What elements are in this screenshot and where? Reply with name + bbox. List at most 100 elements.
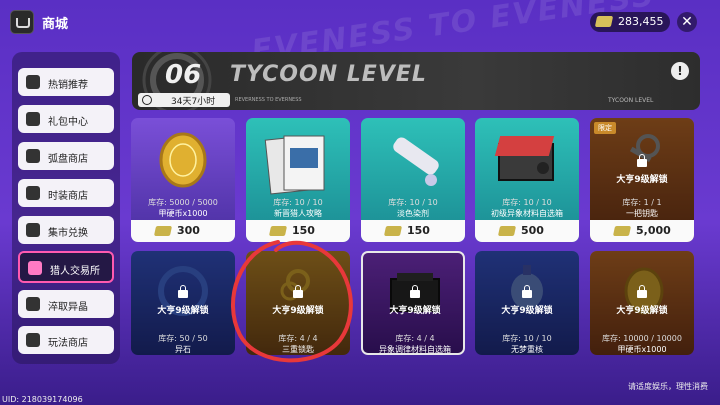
banner-small-text-left: REVERNESS TO EVERNESS <box>235 97 302 103</box>
item-name: 淡色染剂 <box>397 209 429 218</box>
sidebar-item-label: 时装商店 <box>48 191 88 202</box>
item-stock: 库存: 10 / 10 <box>502 334 552 343</box>
clock-icon <box>142 95 152 105</box>
crystal-icon <box>26 297 40 311</box>
tycoon-level-number: 06 <box>165 60 202 90</box>
sidebar-item-hunter-exchange[interactable]: 猎人交易所 <box>18 251 114 283</box>
shop-item-card-locked[interactable]: 大亨9级解锁 库存: 50 / 50 异石 <box>131 251 235 355</box>
shop-item-card-locked[interactable]: 大亨9级解锁 库存: 10000 / 10000 甲硬币x1000 <box>590 251 694 355</box>
scales-icon <box>28 261 42 275</box>
item-name: 一把钥匙 <box>626 209 658 218</box>
price-button[interactable]: 150 <box>361 220 465 242</box>
close-button[interactable]: ✕ <box>677 12 697 32</box>
shop-item-card-locked[interactable]: 大亨9级解锁 库存: 4 / 4 三重锁匙 <box>246 251 350 355</box>
limited-tag: 限定 <box>594 122 616 134</box>
shop-item-card[interactable]: 库存: 5000 / 5000 甲硬币x1000 300 <box>131 118 235 242</box>
currency-display[interactable]: 283,455 <box>590 12 670 32</box>
item-stock: 库存: 10 / 10 <box>388 198 438 207</box>
cart-icon <box>26 223 40 237</box>
lock-icon <box>522 285 532 298</box>
shop-item-card[interactable]: 库存: 10 / 10 淡色染剂 150 <box>361 118 465 242</box>
page-title: 商城 <box>42 17 69 32</box>
item-price: 150 <box>292 224 315 237</box>
item-stock: 库存: 10 / 10 <box>502 198 552 207</box>
disc-icon <box>26 149 40 163</box>
ticket-icon <box>612 226 632 236</box>
shop-item-card-locked[interactable]: 限定 大亨9级解锁 库存: 1 / 1 一把钥匙 5,000 <box>590 118 694 242</box>
item-name: 三重锁匙 <box>282 345 314 354</box>
item-price: 300 <box>177 224 200 237</box>
item-price: 150 <box>407 224 430 237</box>
sidebar-item-label: 玩法商店 <box>48 338 88 349</box>
user-id: UID: 218039174096 <box>2 395 83 404</box>
item-stock: 库存: 50 / 50 <box>158 334 208 343</box>
time-remaining: 34天7小时 <box>138 93 230 107</box>
sidebar-item-label: 集市兑换 <box>48 228 88 239</box>
shop-item-card-locked[interactable]: 大亨9级解锁 库存: 10 / 10 无梦重核 <box>475 251 579 355</box>
unlock-requirement: 大亨9级解锁 <box>272 306 324 316</box>
sidebar-item-hot[interactable]: 热销推荐 <box>18 68 114 96</box>
unlock-requirement: 大亨9级解锁 <box>389 306 441 316</box>
item-stock: 库存: 1 / 1 <box>622 198 662 207</box>
price-button[interactable]: 300 <box>131 220 235 242</box>
ticket-icon <box>383 226 403 236</box>
item-name: 无梦重核 <box>511 345 543 354</box>
tycoon-level-title: TYCOON LEVEL <box>230 62 427 87</box>
gift-icon <box>26 112 40 126</box>
price-button[interactable]: 500 <box>475 220 579 242</box>
ticket-icon <box>497 226 517 236</box>
tycoon-level-banner: 06 TYCOON LEVEL 34天7小时 REVERNESS TO EVER… <box>132 52 700 110</box>
item-name: 新晋猎人攻略 <box>274 209 322 218</box>
play-responsibly-note: 请适度娱乐，理性消费 <box>628 382 708 391</box>
item-image <box>131 118 235 200</box>
ticket-icon <box>268 226 288 236</box>
sidebar-item-fashion[interactable]: 时装商店 <box>18 179 114 207</box>
sidebar-item-gift[interactable]: 礼包中心 <box>18 105 114 133</box>
item-stock: 库存: 5000 / 5000 <box>148 198 218 207</box>
lock-icon <box>637 285 647 298</box>
sidebar-item-crystal[interactable]: 淬取异晶 <box>18 290 114 318</box>
currency-value: 283,455 <box>618 15 664 28</box>
item-stock: 库存: 10000 / 10000 <box>602 334 682 343</box>
unlock-requirement: 大亨9级解锁 <box>157 306 209 316</box>
item-stock: 库存: 4 / 4 <box>278 334 318 343</box>
sidebar-item-disc[interactable]: 弧盘商店 <box>18 142 114 170</box>
sidebar-item-label: 礼包中心 <box>48 117 88 128</box>
thumbs-up-icon <box>26 75 40 89</box>
shop-item-card[interactable]: 库存: 10 / 10 新晋猎人攻略 150 <box>246 118 350 242</box>
shop-item-card-locked[interactable]: 大亨9级解锁 库存: 4 / 4 异象调律材料自选箱 <box>361 251 465 355</box>
unlock-requirement: 大亨9级解锁 <box>616 175 668 185</box>
shop-item-card[interactable]: 库存: 10 / 10 初级异象材料自选箱 500 <box>475 118 579 242</box>
sidebar-item-play-shop[interactable]: 玩法商店 <box>18 326 114 354</box>
lock-icon <box>637 154 647 167</box>
item-stock: 库存: 4 / 4 <box>395 334 435 343</box>
item-stock: 库存: 10 / 10 <box>273 198 323 207</box>
info-icon[interactable]: ! <box>671 62 689 80</box>
sidebar-item-label: 淬取异晶 <box>48 302 88 313</box>
item-price: 5,000 <box>636 224 671 237</box>
banner-small-text-right: TYCOON LEVEL <box>608 97 654 104</box>
item-name: 初级异象材料自选箱 <box>491 209 563 218</box>
lock-icon <box>178 285 188 298</box>
time-remaining-text: 34天7小时 <box>171 97 216 107</box>
item-name: 甲硬币x1000 <box>617 345 667 354</box>
ticket-icon <box>594 16 614 27</box>
item-name: 甲硬币x1000 <box>158 209 208 218</box>
bag-icon <box>26 333 40 347</box>
shop-bag-icon <box>10 10 34 34</box>
hanger-icon <box>26 186 40 200</box>
item-image <box>475 118 579 200</box>
price-button[interactable]: 5,000 <box>590 220 694 242</box>
unlock-requirement: 大亨9级解锁 <box>616 306 668 316</box>
item-image <box>361 118 465 200</box>
lock-icon <box>293 285 303 298</box>
item-price: 500 <box>521 224 544 237</box>
price-button[interactable]: 150 <box>246 220 350 242</box>
sidebar-item-market[interactable]: 集市兑换 <box>18 216 114 244</box>
item-name: 异石 <box>175 345 191 354</box>
sidebar-item-label: 弧盘商店 <box>48 154 88 165</box>
top-bar: 商城 283,455 ✕ <box>0 0 720 44</box>
sidebar-item-label: 热销推荐 <box>48 80 88 91</box>
ticket-icon <box>153 226 173 236</box>
sidebar: 热销推荐 礼包中心 弧盘商店 时装商店 集市兑换 猎人交易所 淬取异晶 玩法商店 <box>12 52 120 364</box>
